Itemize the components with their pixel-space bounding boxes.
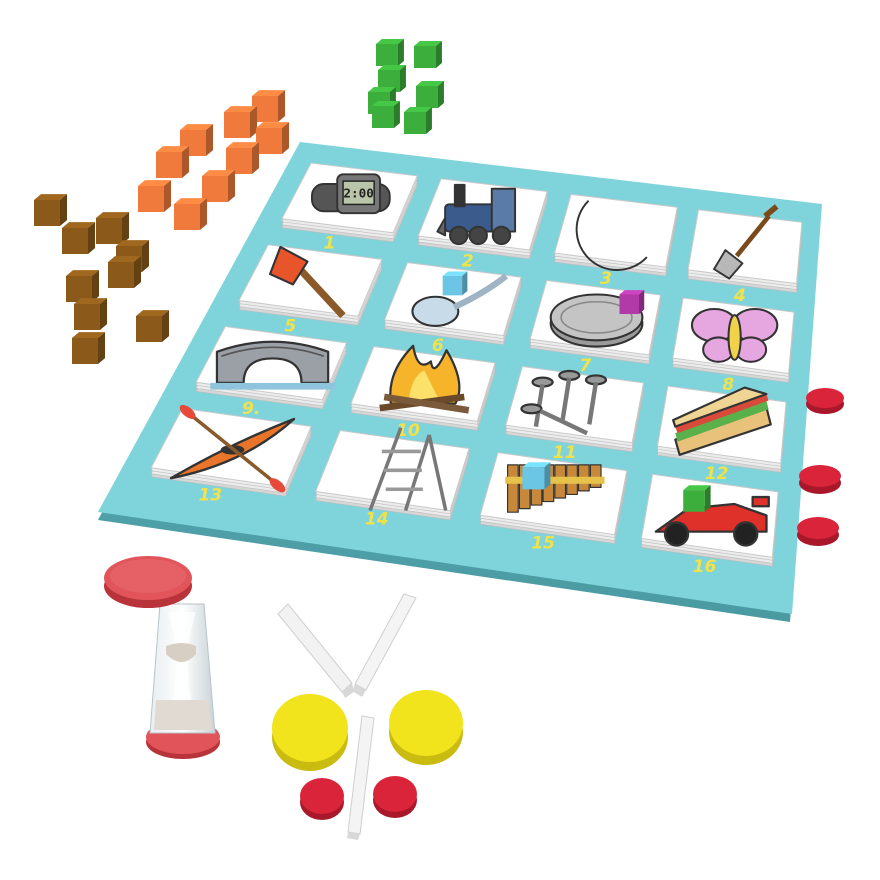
picture-card[interactable]	[553, 193, 678, 277]
brown-cube[interactable]	[136, 310, 170, 342]
white-stick[interactable]	[277, 603, 354, 698]
picture-card[interactable]	[672, 297, 795, 383]
orange-cube[interactable]	[226, 142, 260, 174]
sand-timer[interactable]	[104, 556, 220, 759]
card-number: 4	[733, 286, 746, 306]
red-token[interactable]	[799, 465, 841, 494]
red-token[interactable]	[300, 778, 344, 820]
yellow-token[interactable]	[389, 690, 463, 765]
green-cube[interactable]	[376, 39, 404, 66]
white-stick[interactable]	[352, 593, 417, 697]
orange-cube[interactable]	[174, 198, 208, 230]
card-number: 3	[600, 269, 612, 289]
brown-cube-pile[interactable]	[34, 194, 170, 364]
card-number: 16	[693, 557, 717, 577]
green-cube[interactable]	[416, 81, 444, 108]
picture-card[interactable]	[417, 178, 548, 260]
green-cube[interactable]	[372, 101, 400, 128]
brown-cube[interactable]	[62, 222, 96, 254]
card-number: 1	[324, 234, 336, 254]
brown-cube[interactable]	[72, 332, 106, 364]
purple-cube[interactable]	[619, 290, 645, 314]
green-cube[interactable]	[404, 107, 432, 134]
butterfly-icon	[690, 307, 779, 363]
game-scene: 2:00123456789.10111213141516	[34, 39, 844, 840]
red-token[interactable]	[797, 517, 839, 546]
card-number: 5	[284, 316, 296, 336]
card-number: 14	[365, 510, 389, 530]
green-cube[interactable]	[414, 41, 442, 68]
yellow-token[interactable]	[272, 694, 348, 771]
orange-cube[interactable]	[256, 122, 290, 154]
orange-cube[interactable]	[138, 180, 172, 212]
card-number: 12	[705, 464, 729, 484]
brown-cube[interactable]	[74, 298, 108, 330]
red-token[interactable]	[806, 388, 844, 414]
white-stick[interactable]	[347, 715, 375, 840]
brown-cube[interactable]	[34, 194, 68, 226]
card-number: 9.	[242, 399, 260, 419]
card-number: 13	[198, 485, 222, 505]
brown-cube[interactable]	[96, 212, 130, 244]
brown-cube[interactable]	[66, 270, 100, 302]
card-number: 11	[553, 443, 577, 463]
card-number: 15	[531, 534, 555, 554]
orange-cube[interactable]	[224, 106, 258, 138]
orange-cube[interactable]	[156, 146, 190, 178]
orange-cube[interactable]	[202, 170, 236, 202]
card-number: 7	[579, 356, 591, 376]
brown-cube[interactable]	[108, 256, 142, 288]
green-cube[interactable]	[683, 485, 711, 512]
blue-cube[interactable]	[442, 271, 468, 296]
red-token[interactable]	[373, 776, 417, 818]
card-number: 6	[432, 336, 444, 356]
green-cube-pile[interactable]	[368, 39, 444, 134]
card-number: 2	[462, 251, 474, 271]
blue-cube[interactable]	[522, 462, 551, 490]
watch-time-text: 2:00	[343, 186, 373, 201]
